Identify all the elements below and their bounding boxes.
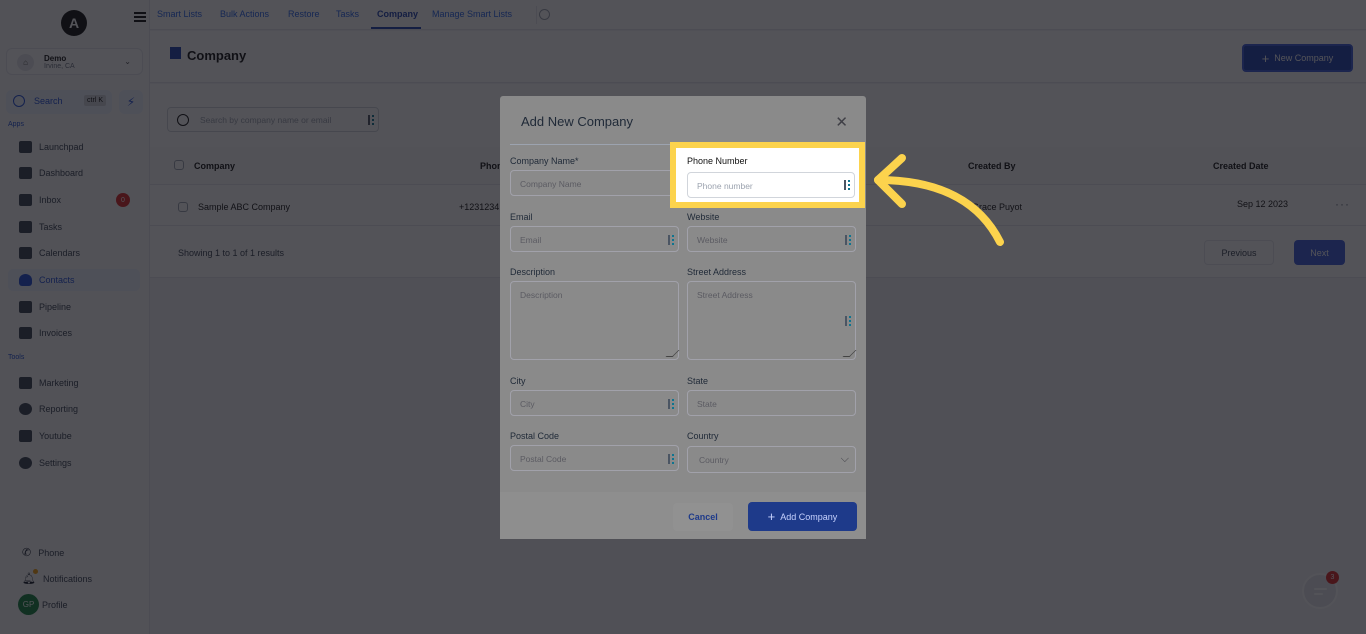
phone-number-label: Phone Number xyxy=(687,156,748,166)
email-field[interactable]: Email xyxy=(510,226,679,252)
street-address-label: Street Address xyxy=(687,267,747,277)
description-label: Description xyxy=(510,267,556,277)
street-address-placeholder: Street Address xyxy=(697,290,753,300)
email-label: Email xyxy=(510,212,533,222)
country-select[interactable]: Country ⌵ xyxy=(687,446,856,473)
extension-icon xyxy=(668,235,674,245)
extension-icon xyxy=(844,180,850,190)
city-field[interactable]: City xyxy=(510,390,679,416)
close-icon[interactable]: ✕ xyxy=(835,113,848,131)
modal-footer: Cancel + Add Company xyxy=(500,491,866,539)
chevron-down-icon: ⌵ xyxy=(840,453,849,465)
state-placeholder: State xyxy=(697,399,717,409)
phone-number-field[interactable]: Phone number xyxy=(687,172,855,198)
resize-handle[interactable] xyxy=(842,350,857,357)
city-placeholder: City xyxy=(520,399,535,409)
phone-number-placeholder: Phone number xyxy=(697,181,753,191)
country-placeholder: Country xyxy=(699,455,729,465)
state-label: State xyxy=(687,376,709,386)
modal-title: Add New Company xyxy=(521,114,633,129)
extension-icon xyxy=(668,399,674,409)
phone-number-highlight: Phone Number Phone number xyxy=(670,142,865,208)
add-company-label: Add Company xyxy=(780,511,838,522)
extension-icon xyxy=(845,235,851,245)
city-label: City xyxy=(510,376,526,386)
postal-code-field[interactable]: Postal Code xyxy=(510,445,679,471)
extension-icon xyxy=(668,454,674,464)
postal-code-label: Postal Code xyxy=(510,431,560,441)
postal-code-placeholder: Postal Code xyxy=(520,454,567,464)
extension-icon xyxy=(845,316,851,326)
description-field[interactable]: Description xyxy=(510,281,680,360)
street-address-field[interactable]: Street Address xyxy=(687,281,857,360)
company-name-field[interactable]: Company Name xyxy=(510,170,679,196)
plus-icon: + xyxy=(767,509,776,524)
state-field[interactable]: State xyxy=(687,390,856,416)
cancel-button[interactable]: Cancel xyxy=(673,503,733,531)
company-name-placeholder: Company Name xyxy=(520,179,582,189)
add-company-button[interactable]: + Add Company xyxy=(748,502,857,531)
country-label: Country xyxy=(687,431,719,441)
company-name-label: Company Name* xyxy=(510,156,579,166)
website-placeholder: Website xyxy=(697,235,728,245)
resize-handle[interactable] xyxy=(665,350,680,357)
description-placeholder: Description xyxy=(520,290,563,300)
annotation-arrow-icon xyxy=(874,154,1004,246)
website-field[interactable]: Website xyxy=(687,226,856,252)
email-placeholder: Email xyxy=(520,235,542,245)
website-label: Website xyxy=(687,212,720,222)
